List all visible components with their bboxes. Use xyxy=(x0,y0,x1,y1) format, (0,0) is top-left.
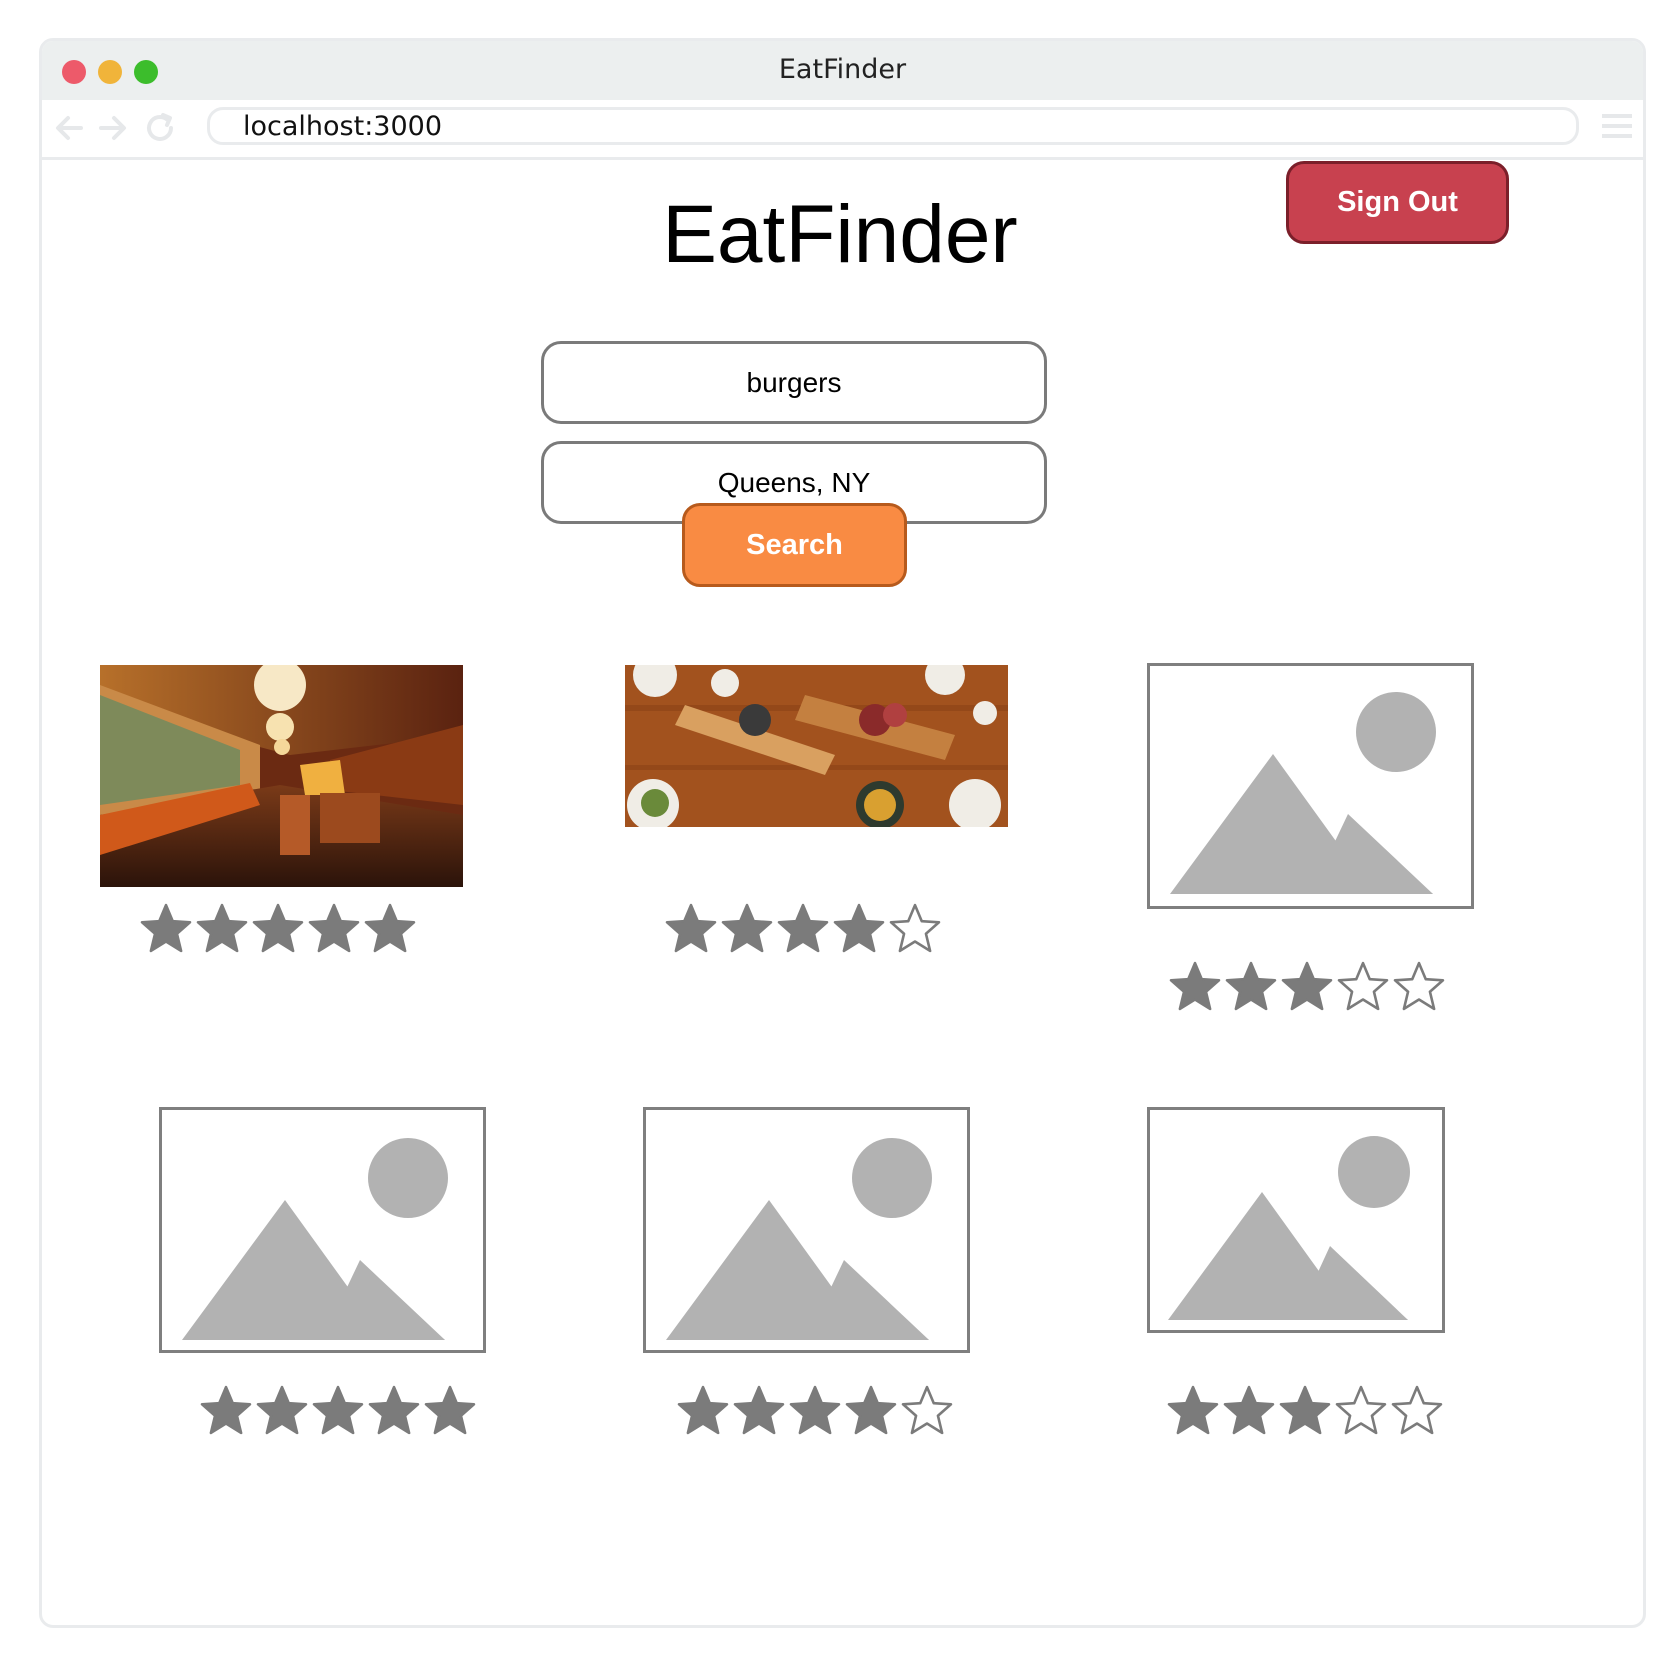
star-filled-icon xyxy=(368,1385,420,1435)
food-table-photo[interactable] xyxy=(625,665,1008,827)
star-filled-icon xyxy=(721,903,773,953)
star-filled-icon xyxy=(789,1385,841,1435)
forward-arrow-icon[interactable] xyxy=(95,110,131,146)
star-rating xyxy=(1167,961,1447,1011)
result-card[interactable] xyxy=(159,1107,499,1447)
star-filled-icon xyxy=(364,903,416,953)
star-empty-icon xyxy=(1335,1385,1387,1435)
star-filled-icon xyxy=(777,903,829,953)
star-filled-icon xyxy=(1223,1385,1275,1435)
star-filled-icon xyxy=(665,903,717,953)
star-rating xyxy=(675,1385,955,1435)
image-placeholder-icon xyxy=(1147,1107,1445,1333)
star-filled-icon xyxy=(733,1385,785,1435)
restaurant-interior-photo[interactable] xyxy=(100,665,463,887)
star-filled-icon xyxy=(1279,1385,1331,1435)
result-card[interactable] xyxy=(643,1107,983,1447)
back-arrow-icon[interactable] xyxy=(51,110,87,146)
star-rating xyxy=(1165,1385,1445,1435)
image-placeholder-icon xyxy=(1147,663,1474,909)
url-field[interactable]: localhost:3000 xyxy=(207,107,1579,145)
star-empty-icon xyxy=(901,1385,953,1435)
star-empty-icon xyxy=(889,903,941,953)
star-filled-icon xyxy=(308,903,360,953)
result-card[interactable] xyxy=(1147,1107,1457,1447)
star-filled-icon xyxy=(196,903,248,953)
result-card[interactable] xyxy=(625,665,1015,965)
menu-icon[interactable] xyxy=(1601,110,1633,142)
star-filled-icon xyxy=(1281,961,1333,1011)
star-rating xyxy=(663,903,943,953)
star-empty-icon xyxy=(1391,1385,1443,1435)
star-filled-icon xyxy=(677,1385,729,1435)
search-term-input[interactable] xyxy=(541,341,1047,424)
result-card[interactable] xyxy=(1147,663,1487,1043)
star-filled-icon xyxy=(1167,1385,1219,1435)
star-filled-icon xyxy=(312,1385,364,1435)
star-filled-icon xyxy=(833,903,885,953)
star-filled-icon xyxy=(200,1385,252,1435)
image-placeholder-icon xyxy=(643,1107,970,1353)
result-card[interactable] xyxy=(100,665,500,965)
star-empty-icon xyxy=(1393,961,1445,1011)
page-title: EatFinder xyxy=(662,189,1018,280)
window-title: EatFinder xyxy=(778,54,907,85)
star-filled-icon xyxy=(845,1385,897,1435)
url-text: localhost:3000 xyxy=(243,111,443,142)
star-filled-icon xyxy=(256,1385,308,1435)
title-bar: EatFinder xyxy=(42,41,1643,100)
star-filled-icon xyxy=(424,1385,476,1435)
address-bar: localhost:3000 xyxy=(42,100,1643,160)
star-rating xyxy=(198,1385,478,1435)
star-filled-icon xyxy=(1225,961,1277,1011)
star-empty-icon xyxy=(1337,961,1389,1011)
star-filled-icon xyxy=(252,903,304,953)
star-filled-icon xyxy=(1169,961,1221,1011)
star-filled-icon xyxy=(140,903,192,953)
search-button[interactable]: Search xyxy=(682,503,907,587)
star-rating xyxy=(138,903,418,953)
reload-icon[interactable] xyxy=(142,110,178,146)
image-placeholder-icon xyxy=(159,1107,486,1353)
